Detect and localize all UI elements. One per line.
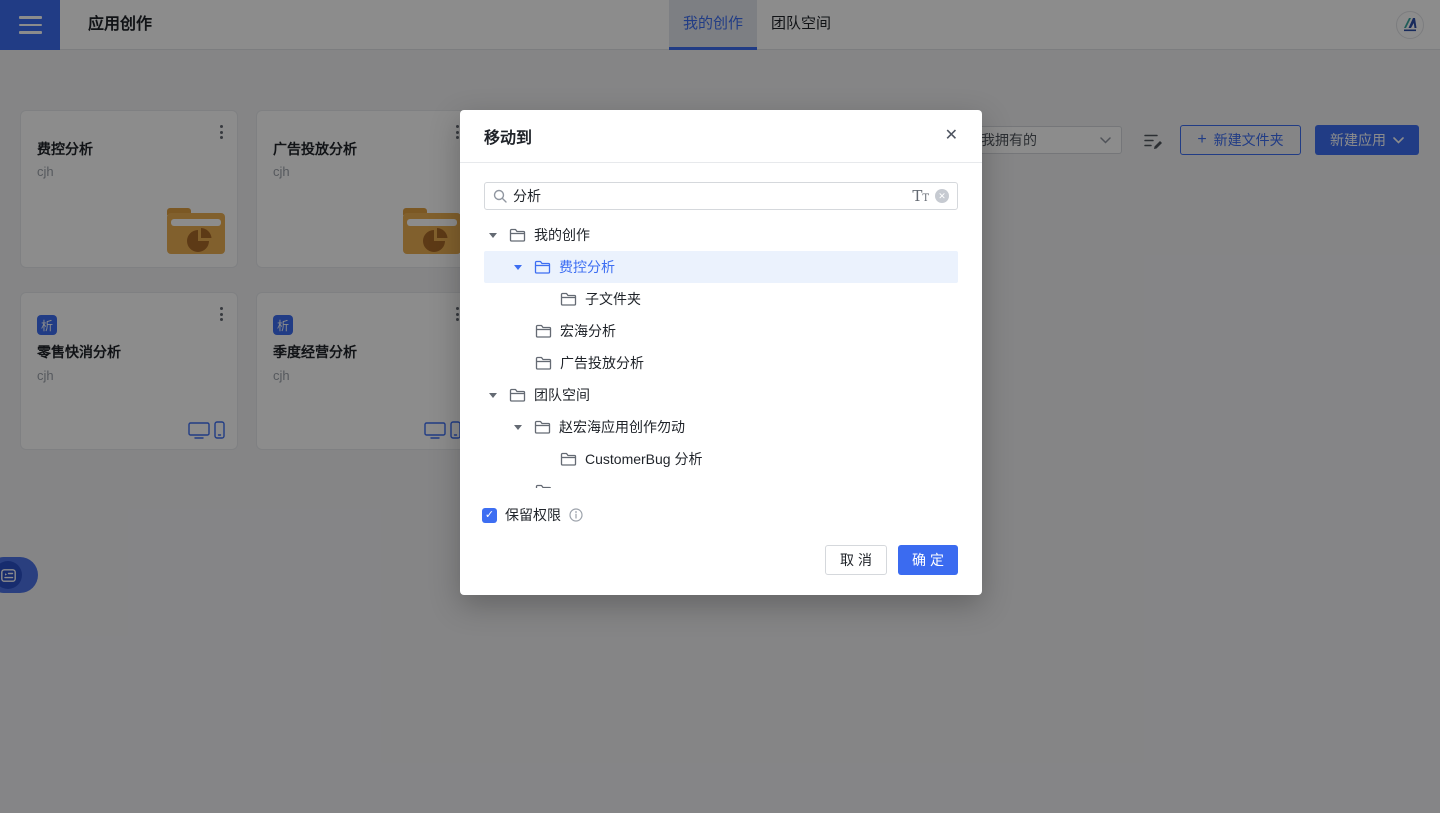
- tree-node[interactable]: 子文件夹: [484, 283, 958, 315]
- tree-node-label: 广告投放分析: [560, 353, 644, 373]
- folder-icon: [535, 356, 552, 371]
- tree-node-label: 子文件夹: [585, 289, 641, 309]
- folder-icon: [509, 228, 526, 243]
- keep-permission-label: 保留权限: [505, 505, 561, 525]
- keep-permission-checkbox[interactable]: ✓: [482, 508, 497, 523]
- folder-icon: [535, 484, 552, 489]
- tree-node[interactable]: 广告投放分析: [484, 347, 958, 379]
- tree-node-label: 费控分析: [559, 257, 615, 277]
- tree-node-label: 我的创作: [534, 225, 590, 245]
- folder-icon: [560, 292, 577, 307]
- caret-down-icon[interactable]: [489, 393, 497, 398]
- tree-node-label: CustomerBug 分析: [585, 449, 702, 469]
- caret-down-icon[interactable]: [514, 425, 522, 430]
- tree-node[interactable]: 团队空间: [484, 379, 958, 411]
- dialog-title: 移动到: [484, 124, 532, 148]
- folder-icon: [535, 324, 552, 339]
- tree-node-label: 赵宏海应用创作勿动: [559, 417, 685, 437]
- dialog-header: 移动到 ✕: [460, 110, 982, 163]
- folder-icon: [534, 420, 551, 435]
- folder-icon: [560, 452, 577, 467]
- info-icon[interactable]: [569, 508, 583, 522]
- folder-icon: [509, 388, 526, 403]
- folder-search-box: TT ✕: [484, 182, 958, 210]
- folder-tree: 我的创作费控分析子文件夹宏海分析广告投放分析团队空间赵宏海应用创作勿动 Custo…: [460, 219, 982, 488]
- text-match-toggle-icon[interactable]: TT: [912, 189, 929, 204]
- tree-node[interactable]: 宏海分析: [484, 315, 958, 347]
- tree-node-label: 团队空间: [534, 385, 590, 405]
- tree-node[interactable]: 费控分析: [484, 251, 958, 283]
- tree-node-label: 宏海分析: [560, 321, 616, 341]
- move-to-dialog: 移动到 ✕ TT ✕ 我的创作费控分析子文件夹宏海分析广告投放分析团队空间赵宏海…: [460, 110, 982, 595]
- caret-down-icon[interactable]: [489, 233, 497, 238]
- keep-permission-row: ✓ 保留权限: [482, 505, 583, 525]
- close-icon[interactable]: ✕: [945, 128, 958, 144]
- search-icon: [493, 189, 507, 203]
- dialog-footer: 取消 确定: [825, 545, 958, 575]
- folder-search-input[interactable]: [513, 188, 906, 204]
- tree-node[interactable]: 赵宏海应用创作勿动: [484, 411, 958, 443]
- tree-node[interactable]: CustomerBug 分析: [484, 443, 958, 475]
- cancel-button[interactable]: 取消: [825, 545, 887, 575]
- clear-search-icon[interactable]: ✕: [935, 189, 949, 203]
- tree-node[interactable]: [484, 475, 958, 488]
- tree-node[interactable]: 我的创作: [484, 219, 958, 251]
- folder-icon: [534, 260, 551, 275]
- confirm-button[interactable]: 确定: [898, 545, 958, 575]
- caret-down-icon[interactable]: [514, 265, 522, 270]
